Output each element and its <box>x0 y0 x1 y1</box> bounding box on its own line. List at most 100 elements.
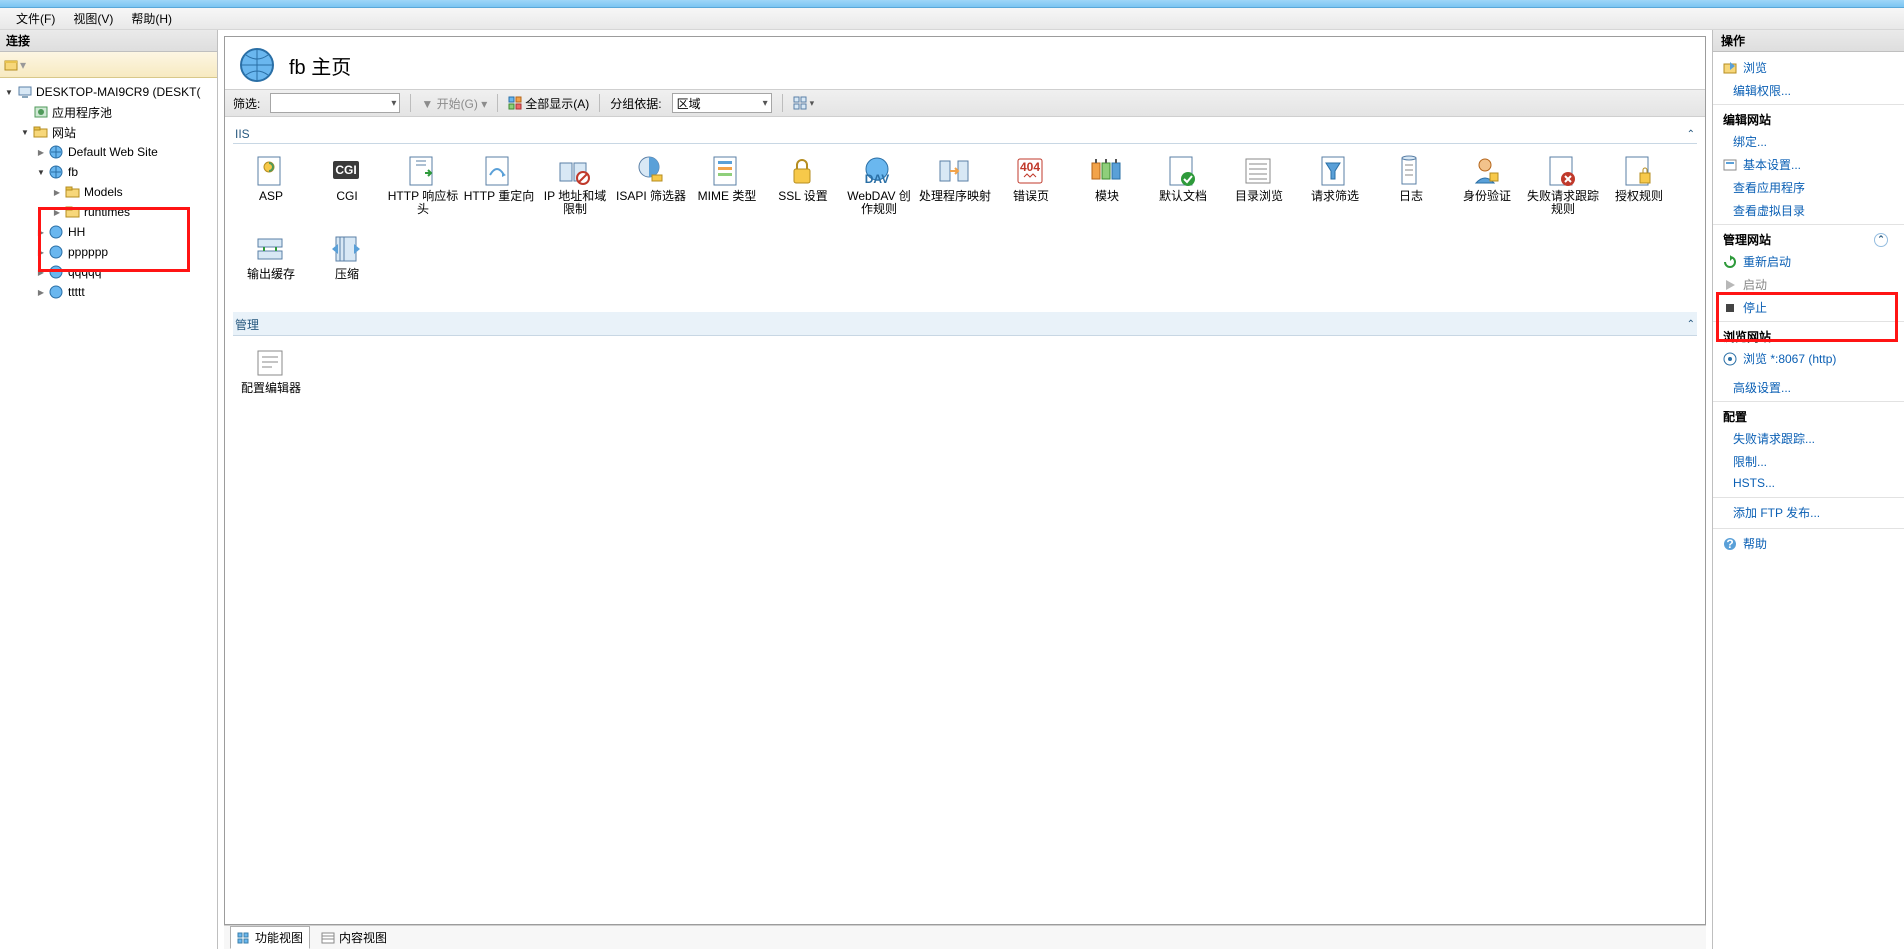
folder-icon <box>64 204 82 220</box>
tree-node-defaultsite[interactable]: Default Web Site <box>68 145 158 159</box>
tree-arrow[interactable] <box>34 287 48 298</box>
globe-icon <box>48 284 66 300</box>
group-header-mgmt[interactable]: 管理⌃ <box>233 312 1697 336</box>
groupby-select[interactable]: 区域 <box>672 93 772 113</box>
filter-toolbar: 筛选: ▼ 开始(G) ▾ 全部显示(A) 分组依据: 区域 ▾ <box>225 89 1705 117</box>
tree-node-hh[interactable]: HH <box>68 225 85 239</box>
feature-handler[interactable]: 处理程序映射 <box>917 150 993 228</box>
action-hsts[interactable]: HSTS... <box>1713 473 1904 493</box>
menu-help[interactable]: 帮助(H) <box>123 8 180 29</box>
window-titlebar <box>0 0 1904 8</box>
showall-button[interactable]: 全部显示(A) <box>508 95 589 112</box>
feature-modules[interactable]: 模块 <box>1069 150 1145 228</box>
connections-tree[interactable]: DESKTOP-MAI9CR9 (DESKT( 应用程序池 网站 Default… <box>0 78 217 949</box>
feature-defaultdoc[interactable]: 默认文档 <box>1145 150 1221 228</box>
handler-icon <box>936 154 974 188</box>
globe-icon <box>48 244 66 260</box>
go-button[interactable]: ▼ 开始(G) ▾ <box>421 95 487 112</box>
feature-authrules[interactable]: 授权规则 <box>1601 150 1677 228</box>
view-style-button[interactable]: ▾ <box>793 96 815 110</box>
feature-label: 输出缓存 <box>245 268 297 281</box>
action-browse[interactable]: 浏览 <box>1713 56 1904 79</box>
feature-http-redirect[interactable]: HTTP 重定向 <box>461 150 537 228</box>
tree-node-fb[interactable]: fb <box>68 165 78 179</box>
action-browse-port[interactable]: 浏览 *:8067 (http) <box>1713 347 1904 370</box>
menubar: 文件(F) 视图(V) 帮助(H) <box>0 8 1904 30</box>
collapse-icon[interactable]: ⌃ <box>1687 129 1695 140</box>
feature-isapi[interactable]: ISAPI 筛选器 <box>613 150 689 228</box>
feature-configeditor[interactable]: 配置编辑器 <box>233 342 309 420</box>
content-view-tab[interactable]: 内容视图 <box>314 926 394 949</box>
feature-compression[interactable]: 压缩 <box>309 228 385 306</box>
section-configure: 配置 <box>1713 401 1904 427</box>
add-connection-icon[interactable] <box>4 58 20 72</box>
action-stop[interactable]: 停止 <box>1713 296 1904 319</box>
action-advanced-settings[interactable]: 高级设置... <box>1713 376 1904 399</box>
action-basic-settings[interactable]: 基本设置... <box>1713 153 1904 176</box>
actions-list: 浏览 编辑权限... 编辑网站 绑定... 基本设置... 查看应用程序 查看虚… <box>1713 52 1904 949</box>
feature-errorpages[interactable]: 404错误页 <box>993 150 1069 228</box>
isapi-icon <box>632 154 670 188</box>
filter-input[interactable] <box>270 93 400 113</box>
features-area: IIS⌃ ASPCGICGIHTTP 响应标头HTTP 重定向IP 地址和域限制… <box>225 117 1705 924</box>
action-view-vdirs[interactable]: 查看虚拟目录 <box>1713 199 1904 222</box>
tree-node-pppppp[interactable]: pppppp <box>68 245 108 259</box>
action-restart[interactable]: 重新启动 <box>1713 250 1904 273</box>
tree-arrow[interactable] <box>2 87 16 98</box>
action-start: 启动 <box>1713 273 1904 296</box>
cgi-icon: CGI <box>328 154 366 188</box>
tree-arrow[interactable] <box>18 127 32 138</box>
mime-icon <box>708 154 746 188</box>
iis-features-grid: ASPCGICGIHTTP 响应标头HTTP 重定向IP 地址和域限制ISAPI… <box>233 144 1697 308</box>
action-bindings[interactable]: 绑定... <box>1713 130 1904 153</box>
tree-arrow[interactable] <box>50 207 64 218</box>
feature-outputcache[interactable]: 输出缓存 <box>233 228 309 306</box>
feature-label: IP 地址和域限制 <box>537 190 613 216</box>
feature-dirbrowse[interactable]: 目录浏览 <box>1221 150 1297 228</box>
feature-cgi[interactable]: CGICGI <box>309 150 385 228</box>
tree-arrow[interactable] <box>50 187 64 198</box>
action-edit-permissions[interactable]: 编辑权限... <box>1713 79 1904 102</box>
action-help[interactable]: ? 帮助 <box>1713 528 1904 555</box>
configeditor-icon <box>252 346 290 380</box>
section-manage-site: 管理网站 ⌃ <box>1713 224 1904 250</box>
feature-logging[interactable]: 日志 <box>1373 150 1449 228</box>
expand-icon[interactable]: ⌃ <box>1874 233 1888 247</box>
feature-reqfilter[interactable]: 请求筛选 <box>1297 150 1373 228</box>
menu-file[interactable]: 文件(F) <box>8 8 63 29</box>
feature-ipdomain[interactable]: IP 地址和域限制 <box>537 150 613 228</box>
connections-toolbar: ▾ <box>0 52 217 78</box>
feature-failedreq[interactable]: 失败请求跟踪规则 <box>1525 150 1601 228</box>
tree-node-root[interactable]: DESKTOP-MAI9CR9 (DESKT( <box>36 85 200 99</box>
connections-panel: 连接 ▾ DESKTOP-MAI9CR9 (DESKT( 应用程序池 网站 <box>0 30 218 949</box>
feature-label: 处理程序映射 <box>917 190 993 203</box>
tree-node-sites[interactable]: 网站 <box>52 124 76 141</box>
feature-label: WebDAV 创作规则 <box>841 190 917 216</box>
tree-node-ttttt[interactable]: ttttt <box>68 285 85 299</box>
feature-asp[interactable]: ASP <box>233 150 309 228</box>
action-add-ftp[interactable]: 添加 FTP 发布... <box>1713 497 1904 524</box>
defaultdoc-icon <box>1164 154 1202 188</box>
tree-arrow[interactable] <box>34 167 48 178</box>
action-failed-request[interactable]: 失败请求跟踪... <box>1713 427 1904 450</box>
feature-http-resp[interactable]: HTTP 响应标头 <box>385 150 461 228</box>
group-header-iis[interactable]: IIS⌃ <box>233 123 1697 144</box>
collapse-icon[interactable]: ⌃ <box>1687 319 1695 330</box>
menu-view[interactable]: 视图(V) <box>65 8 121 29</box>
tree-arrow[interactable] <box>34 147 48 158</box>
tree-node-qqqqq[interactable]: qqqqq <box>68 265 101 279</box>
tree-arrow[interactable] <box>34 247 48 258</box>
tree-arrow[interactable] <box>34 227 48 238</box>
tree-arrow[interactable] <box>34 267 48 278</box>
action-view-apps[interactable]: 查看应用程序 <box>1713 176 1904 199</box>
features-view-tab[interactable]: 功能视图 <box>230 926 310 949</box>
feature-ssl[interactable]: SSL 设置 <box>765 150 841 228</box>
feature-mime[interactable]: MIME 类型 <box>689 150 765 228</box>
tree-node-apppools[interactable]: 应用程序池 <box>52 104 112 121</box>
feature-webdav[interactable]: DAVWebDAV 创作规则 <box>841 150 917 228</box>
failedreq-icon <box>1544 154 1582 188</box>
action-limits[interactable]: 限制... <box>1713 450 1904 473</box>
tree-node-runtimes[interactable]: runtimes <box>84 205 130 219</box>
tree-node-models[interactable]: Models <box>84 185 123 199</box>
feature-auth[interactable]: 身份验证 <box>1449 150 1525 228</box>
